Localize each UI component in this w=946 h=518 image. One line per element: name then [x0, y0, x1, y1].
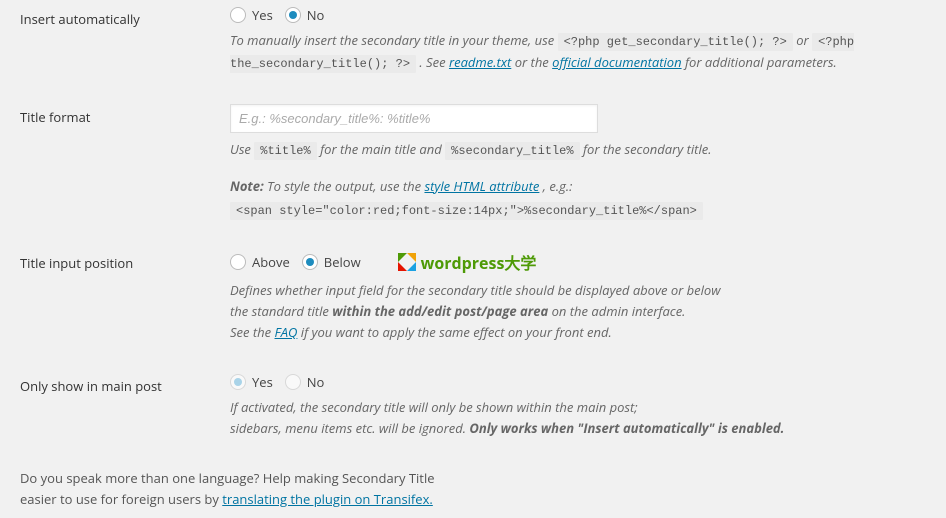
- watermark-icon: [397, 252, 417, 272]
- format-note: Note: To style the output, use the style…: [230, 176, 916, 197]
- code-snippet: %secondary_title%: [445, 142, 579, 160]
- insert-radio-group: Yes No: [230, 6, 916, 24]
- insert-no-option[interactable]: No: [285, 6, 325, 24]
- radio-icon: [285, 374, 301, 390]
- title-format-input[interactable]: [230, 104, 598, 133]
- position-radio-group: Above Below: [230, 250, 916, 274]
- radio-label: No: [307, 373, 325, 391]
- radio-label: Below: [324, 253, 361, 271]
- transifex-link[interactable]: translating the plugin on Transifex.: [222, 490, 433, 508]
- radio-label: No: [307, 6, 325, 24]
- row-label-position: Title input position: [20, 246, 230, 368]
- insert-yes-option[interactable]: Yes: [230, 6, 273, 24]
- position-above-option[interactable]: Above: [230, 253, 290, 271]
- row-label-insert: Insert automatically: [20, 2, 230, 100]
- mainpost-yes-option[interactable]: Yes: [230, 373, 273, 391]
- mainpost-description: If activated, the secondary title will o…: [230, 397, 916, 439]
- mainpost-no-option[interactable]: No: [285, 373, 325, 391]
- code-snippet: <?php get_secondary_title(); ?>: [558, 33, 793, 51]
- position-below-option[interactable]: Below: [302, 253, 361, 271]
- row-label-mainpost: Only show in main post: [20, 369, 230, 465]
- radio-label: Yes: [252, 373, 273, 391]
- row-label-format: Title format: [20, 100, 230, 246]
- mainpost-radio-group: Yes No: [230, 373, 916, 391]
- insert-description: To manually insert the secondary title i…: [230, 30, 916, 74]
- readme-link[interactable]: readme.txt: [449, 53, 511, 71]
- code-snippet: <span style="color:red;font-size:14px;">…: [230, 202, 703, 220]
- radio-icon: [230, 374, 246, 390]
- position-description: Defines whether input field for the seco…: [230, 280, 916, 342]
- format-description: Use %title% for the main title and %seco…: [230, 139, 916, 161]
- radio-icon: [230, 7, 246, 23]
- radio-label: Above: [252, 253, 290, 271]
- radio-label: Yes: [252, 6, 273, 24]
- style-attr-link[interactable]: style HTML attribute: [424, 177, 539, 195]
- docs-link[interactable]: official documentation: [552, 53, 681, 71]
- footer-text: Do you speak more than one language? Hel…: [20, 464, 926, 510]
- radio-icon: [285, 7, 301, 23]
- code-snippet: %title%: [254, 142, 316, 160]
- radio-icon: [302, 254, 318, 270]
- radio-icon: [230, 254, 246, 270]
- watermark: wordpress大学: [397, 250, 537, 274]
- faq-link[interactable]: FAQ: [275, 323, 298, 341]
